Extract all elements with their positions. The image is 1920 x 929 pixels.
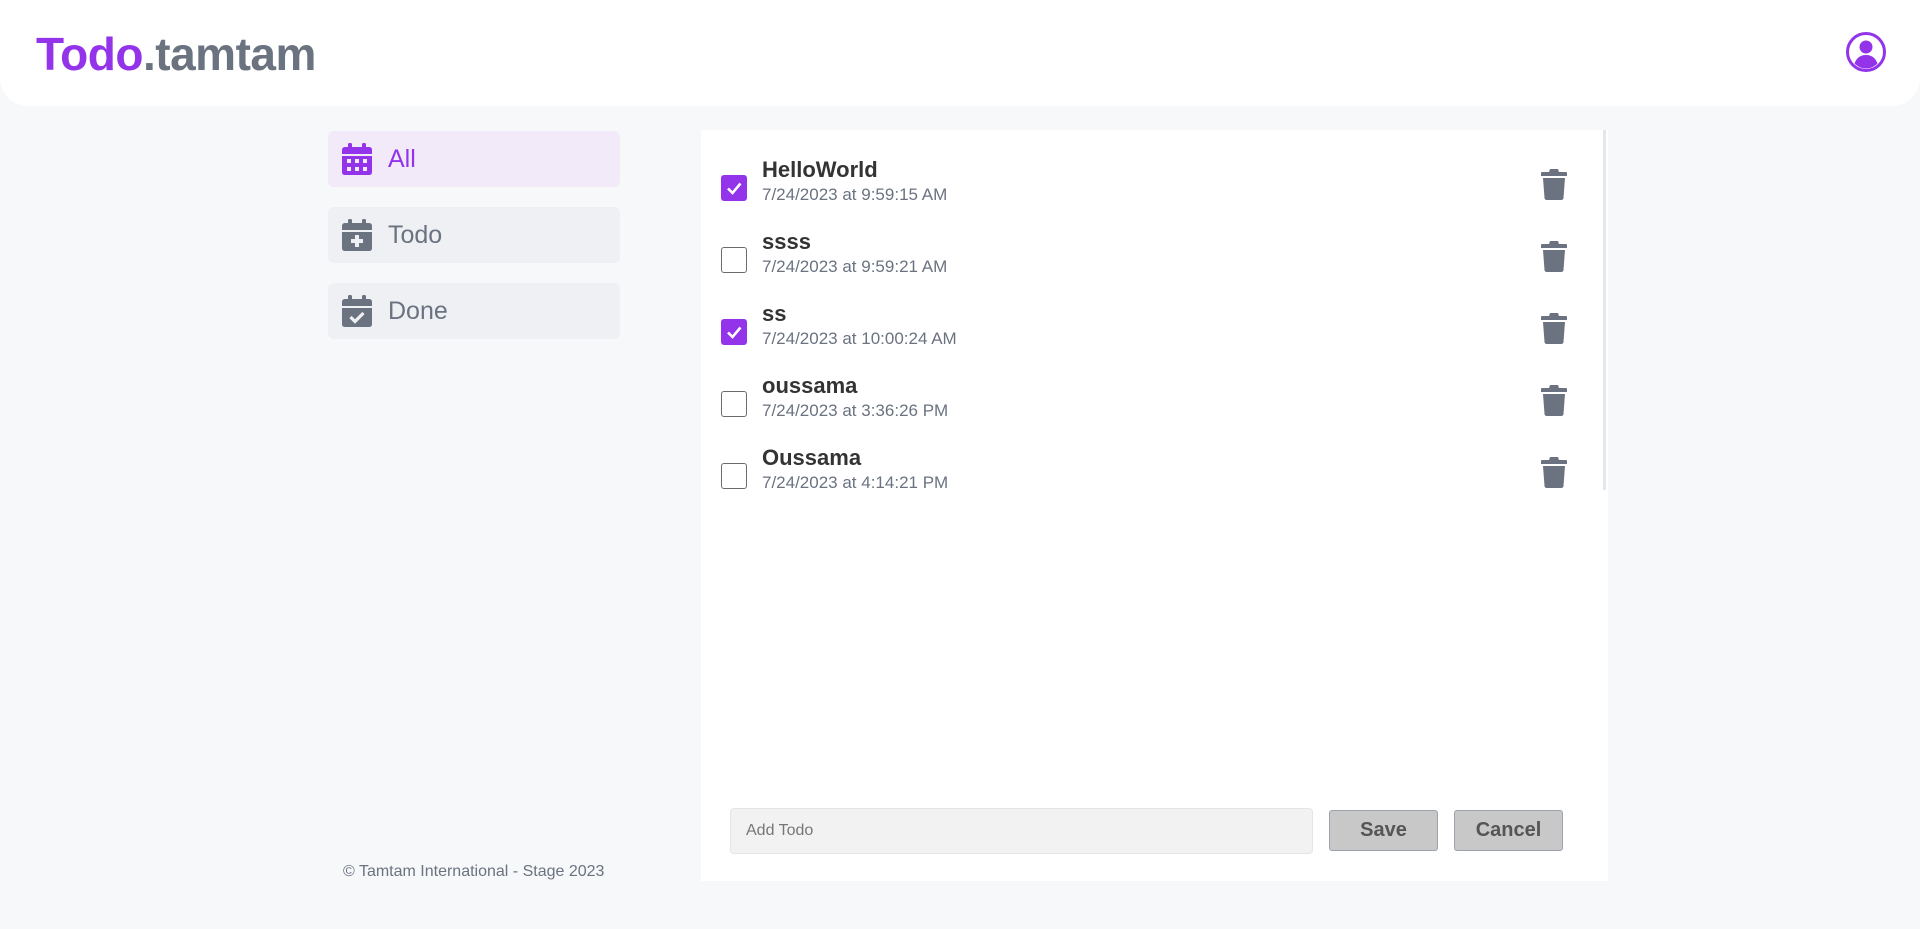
trash-icon[interactable] bbox=[1539, 168, 1569, 200]
todo-checkbox[interactable] bbox=[721, 247, 747, 273]
todo-date: 7/24/2023 at 3:36:26 PM bbox=[762, 401, 949, 420]
todo-title: ssss bbox=[762, 229, 811, 254]
checkmark-icon bbox=[727, 182, 742, 195]
todo-checkbox[interactable] bbox=[721, 175, 747, 201]
todo-list-scrollbar[interactable] bbox=[1603, 130, 1606, 490]
trash-icon[interactable] bbox=[1539, 384, 1569, 416]
footer-copyright: © Tamtam International - Stage 2023 bbox=[343, 863, 605, 880]
app-header: Todo.tamtam bbox=[0, 0, 1920, 106]
trash-icon[interactable] bbox=[1539, 240, 1569, 272]
todo-item: HelloWorld 7/24/2023 at 9:59:15 AM bbox=[721, 157, 1581, 215]
calendar-plus-icon bbox=[342, 219, 372, 251]
user-circle-icon bbox=[1846, 32, 1886, 72]
todo-title: Oussama bbox=[762, 445, 862, 470]
todo-item: Oussama 7/24/2023 at 4:14:21 PM bbox=[721, 445, 1581, 503]
todo-date: 7/24/2023 at 9:59:15 AM bbox=[762, 185, 948, 204]
todo-date: 7/24/2023 at 9:59:21 AM bbox=[762, 257, 948, 276]
trash-icon[interactable] bbox=[1539, 456, 1569, 488]
todo-item: oussama 7/24/2023 at 3:36:26 PM bbox=[721, 373, 1581, 431]
cancel-button[interactable]: Cancel bbox=[1454, 810, 1563, 851]
todo-item: ssss 7/24/2023 at 9:59:21 AM bbox=[721, 229, 1581, 287]
sidebar-item-done[interactable]: Done bbox=[328, 283, 620, 339]
sidebar-item-label: Done bbox=[388, 296, 448, 325]
todo-date: 7/24/2023 at 4:14:21 PM bbox=[762, 473, 949, 492]
logo-suffix: .tamtam bbox=[142, 28, 316, 80]
todo-title: oussama bbox=[762, 373, 858, 398]
todo-title: HelloWorld bbox=[762, 157, 878, 182]
logo-brand: Todo bbox=[36, 28, 143, 80]
todo-date: 7/24/2023 at 10:00:24 AM bbox=[762, 329, 957, 348]
calendar-days-icon bbox=[342, 143, 372, 175]
checkmark-icon bbox=[727, 326, 742, 339]
add-todo-input[interactable] bbox=[730, 808, 1313, 854]
todo-item: ss 7/24/2023 at 10:00:24 AM bbox=[721, 301, 1581, 359]
todo-checkbox[interactable] bbox=[721, 391, 747, 417]
todo-checkbox[interactable] bbox=[721, 463, 747, 489]
sidebar-item-label: All bbox=[388, 144, 416, 173]
calendar-check-icon bbox=[342, 295, 372, 327]
user-profile-button[interactable] bbox=[1845, 31, 1887, 73]
todo-title: ss bbox=[762, 301, 787, 326]
app-logo[interactable]: Todo.tamtam bbox=[36, 26, 316, 82]
trash-icon[interactable] bbox=[1539, 312, 1569, 344]
sidebar-item-label: Todo bbox=[388, 220, 443, 249]
todo-checkbox[interactable] bbox=[721, 319, 747, 345]
sidebar-item-all[interactable]: All bbox=[328, 131, 620, 187]
sidebar-item-todo[interactable]: Todo bbox=[328, 207, 620, 263]
save-button[interactable]: Save bbox=[1329, 810, 1438, 851]
